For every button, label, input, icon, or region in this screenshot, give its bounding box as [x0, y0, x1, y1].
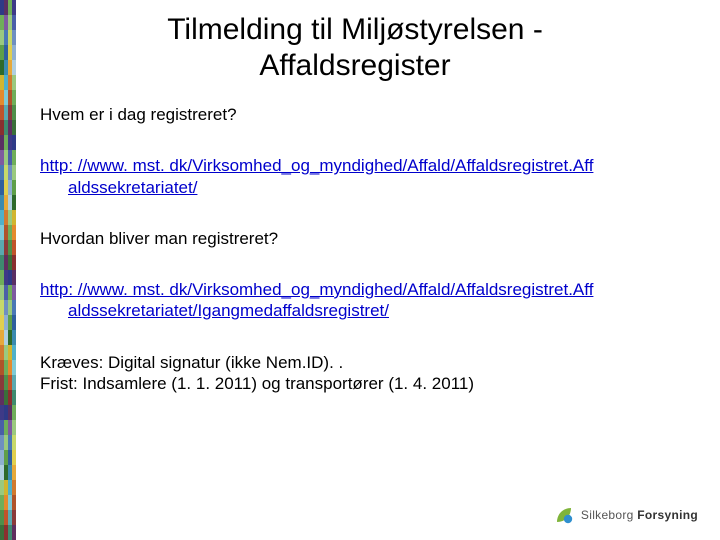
link-1-line-2[interactable]: aldssekretariatet/ — [68, 177, 700, 198]
brand-logo: Silkeborg Forsyning — [553, 504, 698, 526]
link-2[interactable]: http: //www. mst. dk/Virksomhed_og_myndi… — [40, 279, 700, 322]
link-1[interactable]: http: //www. mst. dk/Virksomhed_og_myndi… — [40, 155, 700, 198]
title-line-2: Affaldsregister — [259, 49, 450, 82]
question-1: Hvem er i dag registreret? — [40, 104, 700, 125]
brand-text: Silkeborg Forsyning — [581, 508, 698, 522]
brand-word-1: Silkeborg — [581, 508, 634, 522]
body: Hvem er i dag registreret? http: //www. … — [30, 104, 700, 394]
brand-word-2: Forsyning — [637, 508, 698, 522]
deadline-line: Frist: Indsamlere (1. 1. 2011) og transp… — [40, 373, 700, 394]
requirement-line: Kræves: Digital signatur (ikke Nem.ID). … — [40, 352, 700, 373]
question-2: Hvordan bliver man registreret? — [40, 228, 700, 249]
leaf-droplet-icon — [553, 504, 575, 526]
link-2-line-2[interactable]: aldssekretariatet/Igangmedaffaldsregistr… — [68, 300, 700, 321]
requirements-block: Kræves: Digital signatur (ikke Nem.ID). … — [40, 352, 700, 395]
title-line-1: Tilmelding til Miljøstyrelsen - — [167, 13, 543, 46]
link-1-line-1[interactable]: http: //www. mst. dk/Virksomhed_og_myndi… — [40, 155, 700, 176]
slide-title: Tilmelding til Miljøstyrelsen - Affaldsr… — [70, 12, 640, 84]
slide-content: Tilmelding til Miljøstyrelsen - Affaldsr… — [30, 6, 700, 394]
decorative-stripe — [0, 0, 16, 540]
link-2-line-1[interactable]: http: //www. mst. dk/Virksomhed_og_myndi… — [40, 279, 700, 300]
